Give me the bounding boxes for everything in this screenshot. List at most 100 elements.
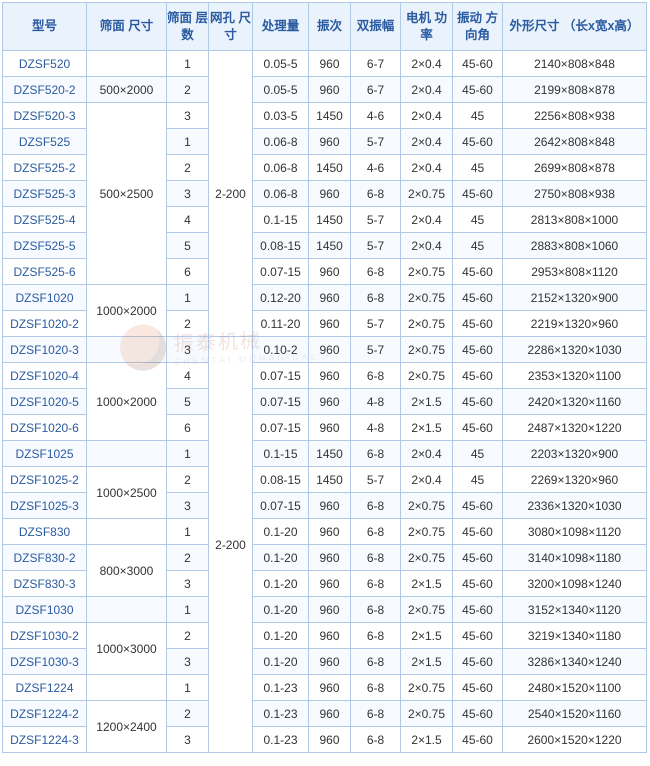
cell-dimensions: 2199×808×878	[503, 77, 647, 103]
cell-dimensions: 3152×1340×1120	[503, 597, 647, 623]
cell-model: DZSF525-6	[3, 259, 87, 285]
table-row: DZSF520-3500×250030.03-514504-62×0.44522…	[3, 103, 647, 129]
cell-motor: 2×0.75	[401, 181, 453, 207]
cell-model: DZSF1020-4	[3, 363, 87, 389]
cell-layers: 6	[167, 259, 209, 285]
table-row: DZSF103010.1-209606-82×0.7545-603152×134…	[3, 597, 647, 623]
cell-dimensions: 2480×1520×1100	[503, 675, 647, 701]
cell-screen-size: 500×2500	[87, 103, 167, 285]
cell-angle: 45	[453, 233, 503, 259]
cell-freq: 960	[309, 311, 351, 337]
cell-freq: 960	[309, 181, 351, 207]
cell-motor: 2×0.75	[401, 701, 453, 727]
table-row: DZSF520-2500×200020.05-59606-72×0.445-60…	[3, 77, 647, 103]
cell-angle: 45-60	[453, 571, 503, 597]
cell-angle: 45-60	[453, 597, 503, 623]
cell-layers: 4	[167, 207, 209, 233]
cell-capacity: 0.08-15	[253, 467, 309, 493]
cell-motor: 2×1.5	[401, 415, 453, 441]
cell-screen-size: 1000×2000	[87, 285, 167, 337]
table-row: DZSF1030-21000×300020.1-209606-82×1.545-…	[3, 623, 647, 649]
cell-angle: 45-60	[453, 415, 503, 441]
cell-motor: 2×0.75	[401, 285, 453, 311]
cell-motor: 2×0.4	[401, 155, 453, 181]
cell-layers: 3	[167, 181, 209, 207]
cell-angle: 45-60	[453, 285, 503, 311]
cell-layers: 1	[167, 519, 209, 545]
cell-screen-size	[87, 441, 167, 467]
cell-model: DZSF525	[3, 129, 87, 155]
cell-amplitude: 6-8	[351, 623, 401, 649]
cell-angle: 45	[453, 441, 503, 467]
cell-layers: 1	[167, 129, 209, 155]
cell-screen-size: 500×2000	[87, 77, 167, 103]
cell-layers: 3	[167, 337, 209, 363]
cell-angle: 45-60	[453, 77, 503, 103]
cell-motor: 2×1.5	[401, 623, 453, 649]
cell-screen-size	[87, 519, 167, 545]
cell-amplitude: 5-7	[351, 129, 401, 155]
col-mesh: 网孔 尺寸	[209, 3, 253, 51]
cell-amplitude: 6-8	[351, 597, 401, 623]
cell-capacity: 0.1-20	[253, 545, 309, 571]
cell-amplitude: 6-7	[351, 51, 401, 77]
cell-freq: 960	[309, 363, 351, 389]
cell-model: DZSF1025-3	[3, 493, 87, 519]
cell-freq: 960	[309, 545, 351, 571]
cell-capacity: 0.10-2	[253, 337, 309, 363]
cell-angle: 45	[453, 467, 503, 493]
cell-dimensions: 2353×1320×1100	[503, 363, 647, 389]
cell-model: DZSF1025-2	[3, 467, 87, 493]
cell-layers: 2	[167, 77, 209, 103]
col-layers: 筛面 层数	[167, 3, 209, 51]
cell-capacity: 0.06-8	[253, 155, 309, 181]
cell-amplitude: 5-7	[351, 233, 401, 259]
cell-angle: 45-60	[453, 701, 503, 727]
cell-freq: 960	[309, 701, 351, 727]
cell-angle: 45-60	[453, 259, 503, 285]
table-row: DZSF1025-21000×250020.08-1514505-72×0.44…	[3, 467, 647, 493]
cell-layers: 1	[167, 597, 209, 623]
cell-layers: 1	[167, 51, 209, 77]
cell-capacity: 0.1-15	[253, 207, 309, 233]
cell-model: DZSF1030-2	[3, 623, 87, 649]
cell-dimensions: 3219×1340×1180	[503, 623, 647, 649]
cell-layers: 2	[167, 623, 209, 649]
cell-freq: 960	[309, 51, 351, 77]
cell-layers: 4	[167, 363, 209, 389]
cell-screen-size: 1000×2000	[87, 363, 167, 441]
cell-model: DZSF1020-5	[3, 389, 87, 415]
cell-freq: 960	[309, 675, 351, 701]
cell-capacity: 0.1-23	[253, 701, 309, 727]
cell-capacity: 0.05-5	[253, 51, 309, 77]
cell-dimensions: 2487×1320×1220	[503, 415, 647, 441]
cell-layers: 5	[167, 233, 209, 259]
cell-capacity: 0.06-8	[253, 129, 309, 155]
cell-freq: 1450	[309, 467, 351, 493]
table-row: DZSF830-2800×300020.1-209606-82×0.7545-6…	[3, 545, 647, 571]
col-model: 型号	[3, 3, 87, 51]
cell-motor: 2×1.5	[401, 571, 453, 597]
cell-model: DZSF1030	[3, 597, 87, 623]
cell-motor: 2×0.75	[401, 493, 453, 519]
cell-layers: 2	[167, 701, 209, 727]
col-motor: 电机 功率	[401, 3, 453, 51]
cell-capacity: 0.1-20	[253, 519, 309, 545]
cell-motor: 2×0.75	[401, 597, 453, 623]
cell-freq: 960	[309, 129, 351, 155]
cell-dimensions: 2420×1320×1160	[503, 389, 647, 415]
table-row: DZSF1224-21200×240020.1-239606-82×0.7545…	[3, 701, 647, 727]
cell-amplitude: 4-8	[351, 415, 401, 441]
cell-dimensions: 2813×808×1000	[503, 207, 647, 233]
cell-dimensions: 2256×808×938	[503, 103, 647, 129]
cell-amplitude: 6-8	[351, 285, 401, 311]
cell-angle: 45-60	[453, 389, 503, 415]
cell-model: DZSF830-2	[3, 545, 87, 571]
cell-motor: 2×0.4	[401, 233, 453, 259]
cell-model: DZSF525-4	[3, 207, 87, 233]
cell-layers: 3	[167, 727, 209, 753]
cell-freq: 960	[309, 519, 351, 545]
cell-mesh: 2-200	[209, 51, 253, 337]
cell-motor: 2×0.4	[401, 467, 453, 493]
cell-amplitude: 6-8	[351, 363, 401, 389]
